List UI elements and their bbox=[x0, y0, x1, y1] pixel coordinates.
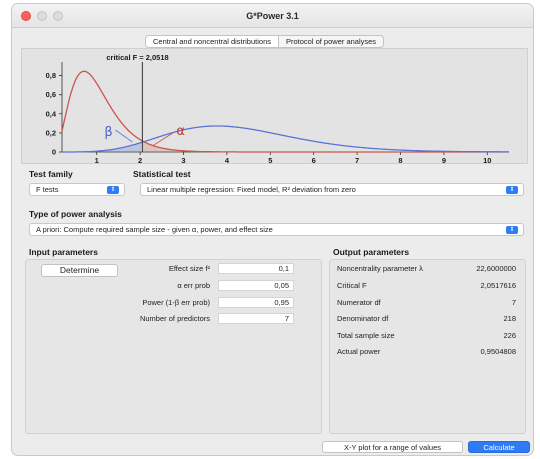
critical-f-label: critical F = 2,0518 bbox=[106, 53, 168, 62]
x-tick-label: 3 bbox=[181, 156, 185, 165]
x-tick-label: 10 bbox=[483, 156, 491, 165]
predictors-field[interactable]: 7 bbox=[218, 313, 294, 324]
test-family-value: F tests bbox=[36, 185, 59, 194]
denominator-df-label: Denominator df bbox=[337, 314, 389, 323]
x-tick-label: 1 bbox=[95, 156, 99, 165]
distribution-plot: 0,8 0,6 0,4 0,2 0 1 2 3 4 5 6 7 8 9 10 critical F = 2,… bbox=[21, 48, 528, 165]
power-field[interactable]: 0,95 bbox=[218, 297, 294, 308]
test-family-label: Test family bbox=[29, 169, 73, 179]
x-tick-label: 2 bbox=[138, 156, 142, 165]
alpha-err-field[interactable]: 0,05 bbox=[218, 280, 294, 291]
y-tick-label: 0,6 bbox=[46, 90, 56, 99]
chevron-updown-icon: ⇕ bbox=[506, 186, 518, 194]
window-title: G*Power 3.1 bbox=[246, 11, 299, 21]
x-tick-label: 4 bbox=[225, 156, 230, 165]
statistical-test-select[interactable]: Linear multiple regression: Fixed model,… bbox=[140, 183, 524, 196]
effect-size-label: Effect size f² bbox=[168, 264, 210, 273]
alpha-label: α bbox=[176, 124, 185, 139]
actual-power-value: 0,9504808 bbox=[480, 347, 516, 356]
noncentrality-value: 22,6000000 bbox=[476, 264, 516, 273]
x-tick-label: 8 bbox=[398, 156, 402, 165]
power-analysis-select[interactable]: A priori: Compute required sample size -… bbox=[29, 223, 524, 236]
sample-size-label: Total sample size bbox=[337, 331, 395, 340]
statistical-test-label: Statistical test bbox=[133, 169, 191, 179]
input-parameters-title: Input parameters bbox=[29, 247, 98, 257]
x-tick-label: 7 bbox=[355, 156, 359, 165]
sample-size-value: 226 bbox=[503, 331, 516, 340]
critical-f-output-label: Critical F bbox=[337, 281, 367, 290]
y-tick-label: 0,8 bbox=[46, 71, 56, 80]
numerator-df-label: Numerator df bbox=[337, 298, 381, 307]
actual-power-label: Actual power bbox=[337, 347, 381, 356]
power-analysis-value: A priori: Compute required sample size -… bbox=[36, 225, 273, 234]
x-tick-label: 5 bbox=[268, 156, 272, 165]
test-family-select[interactable]: F tests ⇕ bbox=[29, 183, 125, 196]
y-tick-label: 0,2 bbox=[46, 128, 56, 137]
numerator-df-value: 7 bbox=[511, 298, 516, 307]
alpha-err-label: α err prob bbox=[177, 281, 210, 290]
tab-distributions[interactable]: Central and noncentral distributions bbox=[146, 36, 279, 47]
critical-f-output-value: 2,0517616 bbox=[480, 281, 516, 290]
tab-protocol[interactable]: Protocol of power analyses bbox=[279, 36, 383, 47]
title-bar: G*Power 3.1 bbox=[12, 4, 533, 28]
alpha-pointer bbox=[152, 131, 175, 147]
chevron-updown-icon: ⇕ bbox=[506, 226, 518, 234]
chevron-updown-icon: ⇕ bbox=[107, 186, 119, 194]
calculate-button[interactable]: Calculate bbox=[468, 441, 530, 453]
distribution-plot-svg: 0,8 0,6 0,4 0,2 0 1 2 3 4 5 6 7 8 9 10 critical F = 2,… bbox=[46, 53, 509, 165]
power-analysis-label: Type of power analysis bbox=[29, 209, 122, 219]
view-tabs: Central and noncentral distributions Pro… bbox=[145, 35, 385, 48]
output-parameters-title: Output parameters bbox=[333, 247, 410, 257]
power-label: Power (1-β err prob) bbox=[142, 298, 210, 307]
x-tick-label: 6 bbox=[312, 156, 316, 165]
x-tick-label: 9 bbox=[442, 156, 446, 165]
denominator-df-value: 218 bbox=[503, 314, 516, 323]
y-tick-label: 0 bbox=[52, 148, 56, 157]
statistical-test-value: Linear multiple regression: Fixed model,… bbox=[147, 185, 356, 194]
app-window: G*Power 3.1 Central and noncentral distr… bbox=[11, 3, 534, 456]
effect-size-field[interactable]: 0,1 bbox=[218, 263, 294, 274]
xy-plot-button[interactable]: X-Y plot for a range of values bbox=[322, 441, 463, 453]
y-tick-label: 0,4 bbox=[46, 109, 57, 118]
noncentrality-label: Noncentrality parameter λ bbox=[337, 264, 423, 273]
beta-label: β bbox=[104, 125, 112, 140]
predictors-label: Number of predictors bbox=[139, 314, 210, 323]
